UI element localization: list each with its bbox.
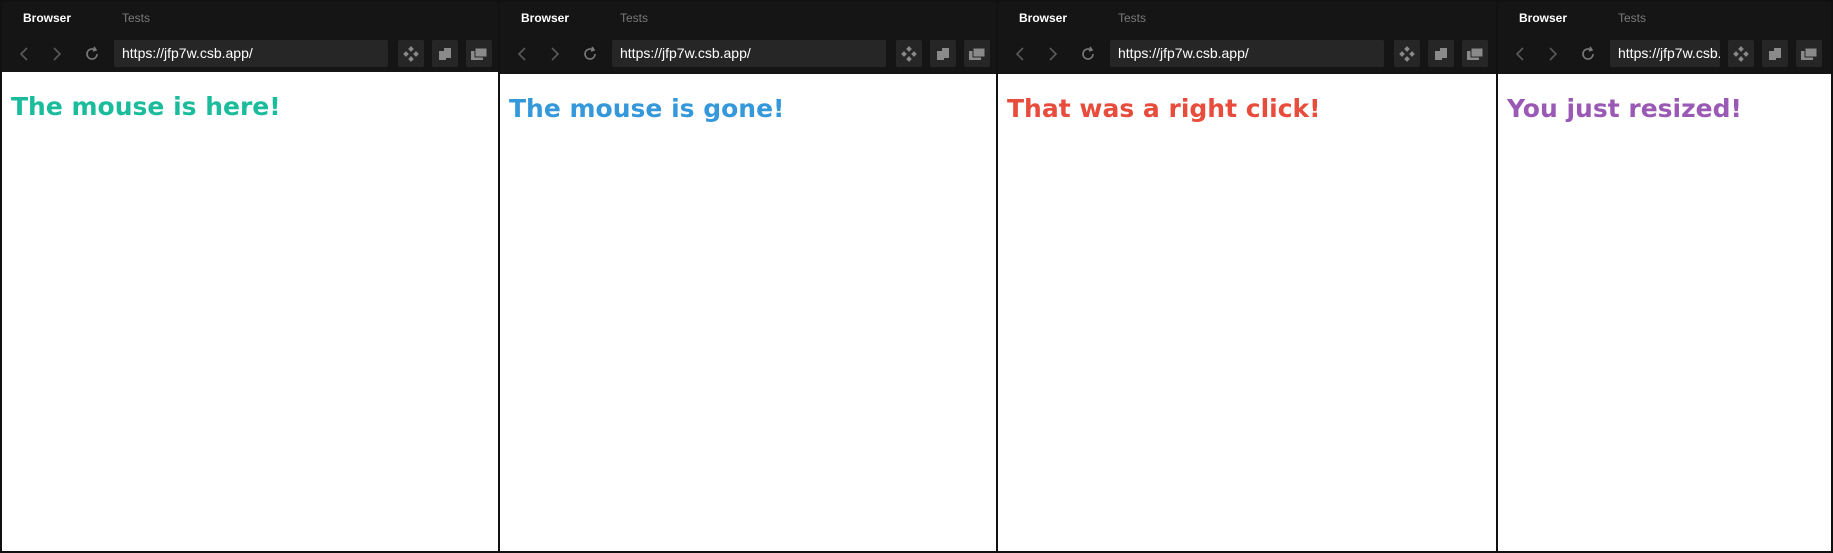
status-message: The mouse is here! — [11, 92, 281, 121]
reload-button[interactable] — [82, 43, 102, 65]
copy-button[interactable] — [1428, 40, 1454, 67]
browser-preview-panel-3: Browser Tests https://jfp7w.csb.app/ Tha… — [996, 0, 1498, 553]
browser-preview-panel-2: Browser Tests https://jfp7w.csb.app/ The… — [498, 0, 998, 553]
forward-button[interactable] — [1543, 43, 1563, 65]
chevron-right-icon — [1549, 47, 1558, 61]
diamond-grid-icon — [1399, 45, 1415, 62]
browser-preview-panel-4: Browser Tests https://jfp7w.csb.app/ — [1496, 0, 1833, 553]
copy-button[interactable] — [432, 40, 458, 67]
url-input[interactable]: https://jfp7w.csb.app/ — [1610, 40, 1720, 67]
tab-bar: Browser Tests — [2, 2, 498, 36]
diamond-grid-icon — [901, 45, 917, 62]
inspect-button[interactable] — [896, 40, 922, 67]
tab-bar: Browser Tests — [998, 2, 1496, 36]
copy-button[interactable] — [930, 40, 956, 67]
reload-icon — [86, 46, 98, 60]
tab-bar: Browser Tests — [1498, 2, 1831, 36]
reload-button[interactable] — [1078, 43, 1098, 65]
browser-chrome: Browser Tests https://jfp7w.csb.app/ — [2, 2, 498, 72]
chevron-left-icon — [517, 47, 526, 61]
url-input[interactable]: https://jfp7w.csb.app/ — [1110, 40, 1384, 67]
copy-icon — [1769, 47, 1781, 60]
status-message: You just resized! — [1507, 94, 1742, 123]
inspect-button[interactable] — [1394, 40, 1420, 67]
tab-browser[interactable]: Browser — [1019, 11, 1067, 25]
nav-bar: https://jfp7w.csb.app/ — [1498, 36, 1831, 72]
browser-chrome: Browser Tests https://jfp7w.csb.app/ — [500, 2, 996, 74]
nav-bar: https://jfp7w.csb.app/ — [998, 36, 1496, 72]
tab-browser[interactable]: Browser — [23, 11, 71, 25]
diamond-grid-icon — [403, 45, 419, 62]
inspect-button[interactable] — [1728, 40, 1754, 67]
open-window-icon — [969, 47, 986, 60]
back-button[interactable] — [512, 43, 532, 65]
nav-bar: https://jfp7w.csb.app/ — [2, 36, 498, 72]
status-message: That was a right click! — [1007, 94, 1321, 123]
back-button[interactable] — [14, 43, 34, 65]
forward-button[interactable] — [1043, 43, 1063, 65]
chevron-right-icon — [53, 47, 62, 61]
copy-button[interactable] — [1762, 40, 1788, 67]
nav-bar: https://jfp7w.csb.app/ — [500, 36, 996, 72]
back-button[interactable] — [1010, 43, 1030, 65]
chevron-left-icon — [19, 47, 28, 61]
forward-button[interactable] — [545, 43, 565, 65]
status-message: The mouse is gone! — [509, 94, 785, 123]
reload-icon — [584, 46, 596, 60]
reload-icon — [1582, 46, 1594, 60]
url-input[interactable]: https://jfp7w.csb.app/ — [612, 40, 886, 67]
tab-tests[interactable]: Tests — [1118, 11, 1146, 25]
open-window-icon — [1467, 47, 1484, 60]
copy-icon — [937, 47, 949, 60]
open-window-button[interactable] — [466, 40, 492, 67]
browser-chrome: Browser Tests https://jfp7w.csb.app/ — [1498, 2, 1831, 74]
forward-button[interactable] — [47, 43, 67, 65]
back-button[interactable] — [1510, 43, 1530, 65]
diamond-grid-icon — [1733, 45, 1749, 62]
tab-tests[interactable]: Tests — [1618, 11, 1646, 25]
reload-icon — [1082, 46, 1094, 60]
url-input[interactable]: https://jfp7w.csb.app/ — [114, 40, 388, 67]
reload-button[interactable] — [1578, 43, 1598, 65]
chevron-left-icon — [1015, 47, 1024, 61]
chevron-right-icon — [1049, 47, 1058, 61]
chevron-left-icon — [1515, 47, 1524, 61]
browser-preview-panel-1: Browser Tests https://jfp7w.csb.app/ The… — [0, 0, 500, 553]
open-window-button[interactable] — [964, 40, 990, 67]
tab-browser[interactable]: Browser — [1519, 11, 1567, 25]
tab-bar: Browser Tests — [500, 2, 996, 36]
copy-icon — [1435, 47, 1447, 60]
tab-tests[interactable]: Tests — [122, 11, 150, 25]
open-window-button[interactable] — [1462, 40, 1488, 67]
inspect-button[interactable] — [398, 40, 424, 67]
tab-browser[interactable]: Browser — [521, 11, 569, 25]
browser-chrome: Browser Tests https://jfp7w.csb.app/ — [998, 2, 1496, 74]
chevron-right-icon — [551, 47, 560, 61]
open-window-button[interactable] — [1796, 40, 1822, 67]
reload-button[interactable] — [580, 43, 600, 65]
copy-icon — [439, 47, 451, 60]
open-window-icon — [471, 47, 488, 60]
tab-tests[interactable]: Tests — [620, 11, 648, 25]
open-window-icon — [1801, 47, 1818, 60]
